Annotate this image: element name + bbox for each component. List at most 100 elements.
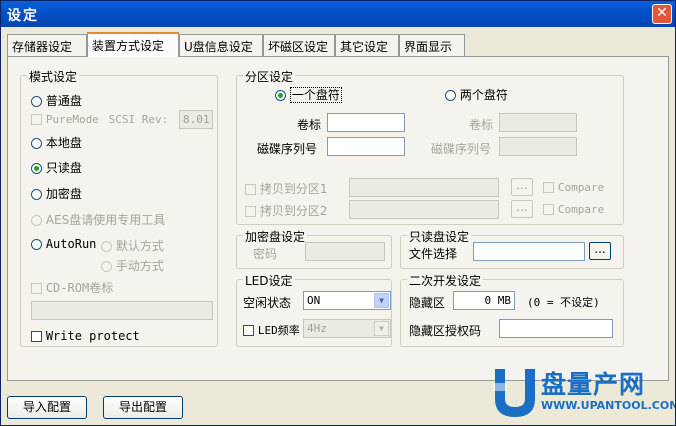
copy1-browse-button[interactable]: ...	[511, 178, 533, 196]
serial-label: 磁碟序列号	[257, 142, 318, 156]
local-radio-icon	[31, 138, 42, 149]
mode-legend: 模式设定	[27, 68, 80, 85]
copy2-path-input[interactable]	[349, 200, 499, 219]
compare2-label: Compare	[557, 203, 605, 216]
tab-storage[interactable]: 存储器设定	[7, 34, 87, 56]
copy2-label: 拷贝到分区2	[259, 204, 328, 218]
readonly-radio-icon	[31, 163, 42, 174]
encrypt-radio-icon	[31, 189, 42, 200]
readonly-radio[interactable]: 只读盘	[31, 159, 82, 176]
led-freq-label: LED频率	[257, 324, 300, 337]
tab-device-mode[interactable]: 装置方式设定	[87, 32, 179, 57]
password-label: 密码	[253, 247, 278, 261]
encrypt-radio[interactable]: 加密盘	[31, 185, 82, 202]
cdrom-input[interactable]	[31, 301, 213, 320]
import-config-button[interactable]: 导入配置	[7, 396, 87, 419]
file-browse-button[interactable]: ...	[589, 242, 611, 260]
write-protect-checkbox[interactable]: Write protect	[31, 329, 140, 343]
idle-state-value: ON	[307, 294, 321, 307]
tab-display[interactable]: 界面显示	[399, 34, 465, 56]
one-drive-radio[interactable]: 一个盘符	[275, 86, 342, 103]
hidden-area-label: 隐藏区	[409, 296, 446, 310]
auth-code-label: 隐藏区授权码	[409, 324, 482, 338]
volume-label: 卷标	[297, 118, 322, 132]
tab-udisk-info[interactable]: U盘信息设定	[179, 34, 263, 56]
chevron-down-icon: ▼	[374, 293, 389, 308]
window-title: 设定	[7, 8, 39, 24]
two-drives-radio[interactable]: 两个盘符	[445, 86, 508, 103]
title-bar: 设定 ✕	[1, 1, 675, 27]
led-group: LED设定 空闲状态 ON ▼ LED频率 4Hz ▼	[236, 272, 392, 347]
normal-label: 普通盘	[45, 94, 82, 108]
readonly-disk-group: 只读盘设定 文件选择 ...	[400, 228, 624, 269]
encrypt-disk-legend: 加密盘设定	[243, 228, 308, 245]
volume-input[interactable]	[327, 113, 405, 132]
cdrom-check-icon	[31, 283, 42, 294]
chevron-down-icon: ▼	[374, 321, 389, 336]
encrypt-disk-group: 加密盘设定 密码	[236, 228, 392, 269]
password-input[interactable]	[305, 242, 385, 261]
manual-mode-label: 手动方式	[115, 259, 164, 273]
puremode-checkbox[interactable]: PureMode SCSI Rev:	[31, 112, 168, 126]
watermark-logo: 盘量产网 WWW.UPANTOOL.COM	[489, 361, 675, 421]
aes-label: AES盘请使用专用工具	[45, 213, 166, 227]
manual-mode-radio[interactable]: 手动方式	[101, 257, 164, 274]
two-drives-label: 两个盘符	[459, 88, 508, 102]
copy-partition2-checkbox[interactable]: 拷贝到分区2	[245, 202, 327, 219]
hidden-area-unit: MB	[497, 294, 511, 307]
encrypt-label: 加密盘	[45, 187, 82, 201]
autorun-radio[interactable]: AutoRun	[31, 237, 96, 251]
normal-radio-icon	[31, 96, 42, 107]
led-freq-checkbox[interactable]: LED频率	[243, 322, 300, 338]
copy2-check-icon	[245, 206, 256, 217]
led-freq-value: 4Hz	[307, 322, 327, 335]
serial-input-2[interactable]	[499, 137, 577, 156]
led-freq-check-icon	[243, 325, 254, 336]
watermark-brand: 盘量产网	[541, 370, 646, 399]
compare1-label: Compare	[557, 181, 605, 194]
watermark-url: WWW.UPANTOOL.COM	[541, 399, 676, 412]
serial-input[interactable]	[327, 137, 405, 156]
volume-input-2[interactable]	[499, 113, 577, 132]
hidden-area-input[interactable]: 0 MB	[453, 291, 515, 310]
scsi-rev-label: SCSI Rev:	[108, 113, 169, 126]
copy1-label: 拷贝到分区1	[259, 182, 328, 196]
autorun-radio-icon	[31, 239, 42, 250]
copy2-browse-button[interactable]: ...	[511, 200, 533, 218]
settings-window: 设定 ✕ 存储器设定 装置方式设定 U盘信息设定 坏磁区设定 其它设定 界面显示…	[0, 0, 676, 426]
compare2-checkbox[interactable]: Compare	[543, 202, 604, 216]
tab-other[interactable]: 其它设定	[335, 34, 399, 56]
copy-partition1-checkbox[interactable]: 拷贝到分区1	[245, 180, 327, 197]
puremode-check-icon	[31, 114, 42, 125]
file-select-input[interactable]	[473, 242, 585, 261]
aes-radio[interactable]: AES盘请使用专用工具	[31, 211, 165, 228]
readonly-label: 只读盘	[45, 161, 82, 175]
volume-label-2: 卷标	[469, 118, 494, 132]
compare1-checkbox[interactable]: Compare	[543, 180, 604, 194]
local-radio[interactable]: 本地盘	[31, 134, 82, 151]
cdrom-checkbox[interactable]: CD-ROM卷标	[31, 279, 113, 296]
dev-group: 二次开发设定 隐藏区 0 MB (0 = 不设定) 隐藏区授权码	[400, 272, 624, 347]
manual-mode-radio-icon	[101, 261, 112, 272]
scsi-rev-input[interactable]: 8.01	[179, 110, 213, 129]
default-mode-radio-icon	[101, 241, 112, 252]
two-drives-radio-icon	[445, 90, 456, 101]
tab-panel: 模式设定 普通盘 PureMode SCSI Rev: 8.01 本地盘 只读盘	[7, 56, 669, 381]
led-legend: LED设定	[243, 272, 295, 289]
copy1-path-input[interactable]	[349, 178, 499, 197]
cdrom-label: CD-ROM卷标	[45, 281, 114, 295]
write-protect-label: Write protect	[45, 329, 140, 343]
auth-code-input[interactable]	[499, 319, 613, 338]
led-freq-select[interactable]: 4Hz ▼	[303, 319, 391, 338]
close-button[interactable]: ✕	[652, 4, 672, 24]
autorun-label: AutoRun	[45, 237, 97, 251]
dev-legend: 二次开发设定	[407, 272, 484, 289]
default-mode-radio[interactable]: 默认方式	[101, 237, 164, 254]
mode-group: 模式设定 普通盘 PureMode SCSI Rev: 8.01 本地盘 只读盘	[20, 68, 218, 347]
export-config-button[interactable]: 导出配置	[103, 396, 183, 419]
normal-radio[interactable]: 普通盘	[31, 92, 82, 109]
aes-radio-icon	[31, 215, 42, 226]
tab-bad-sector[interactable]: 坏磁区设定	[263, 34, 335, 56]
serial-label-2: 磁碟序列号	[431, 142, 492, 156]
idle-state-select[interactable]: ON ▼	[303, 291, 391, 310]
